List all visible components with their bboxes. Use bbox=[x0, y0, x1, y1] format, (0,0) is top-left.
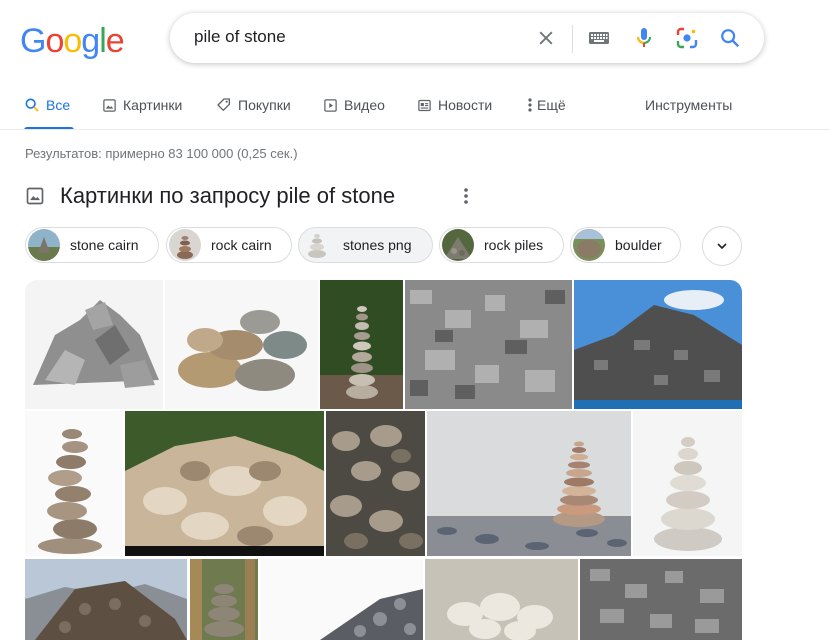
microphone-icon[interactable] bbox=[632, 26, 656, 50]
google-lens-icon[interactable] bbox=[675, 26, 699, 50]
image-icon bbox=[25, 186, 45, 211]
tools-label: Инструменты bbox=[645, 97, 733, 113]
image-result[interactable] bbox=[427, 411, 631, 556]
chip-label: boulder bbox=[615, 237, 662, 253]
image-result[interactable] bbox=[580, 559, 742, 640]
tab-news[interactable]: Новости bbox=[417, 96, 492, 114]
image-result[interactable] bbox=[326, 411, 425, 556]
image-result[interactable] bbox=[425, 559, 578, 640]
chip-thumbnail bbox=[573, 229, 605, 261]
result-stats: Результатов: примерно 83 100 000 (0,25 с… bbox=[25, 146, 298, 161]
image-result[interactable] bbox=[574, 280, 742, 409]
logo-letter: e bbox=[105, 22, 125, 60]
more-vert-icon bbox=[528, 98, 532, 112]
tab-all[interactable]: Все bbox=[24, 96, 70, 114]
header-divider bbox=[0, 129, 830, 130]
chevron-down-icon bbox=[717, 243, 727, 250]
chip-thumbnail bbox=[28, 229, 60, 261]
keyboard-icon[interactable] bbox=[587, 26, 611, 50]
search-divider bbox=[572, 25, 573, 53]
chip-label: stone cairn bbox=[70, 237, 139, 253]
tab-images[interactable]: Картинки bbox=[102, 96, 182, 114]
image-result[interactable] bbox=[25, 280, 163, 409]
logo-letter: g bbox=[81, 22, 100, 60]
chip-rock-cairn[interactable]: rock cairn bbox=[166, 227, 292, 263]
more-vert-icon[interactable] bbox=[458, 186, 474, 211]
chip-label: rock cairn bbox=[211, 237, 272, 253]
image-result[interactable] bbox=[320, 280, 403, 409]
chip-label: rock piles bbox=[484, 237, 544, 253]
google-logo[interactable]: Google bbox=[20, 22, 125, 61]
image-result[interactable] bbox=[165, 280, 318, 409]
chip-boulder[interactable]: boulder bbox=[570, 227, 681, 263]
search-input[interactable] bbox=[194, 27, 534, 47]
search-box bbox=[170, 13, 764, 63]
clear-icon[interactable] bbox=[534, 26, 558, 50]
chip-thumbnail bbox=[442, 229, 474, 261]
tag-icon bbox=[217, 98, 230, 111]
images-section-title: Картинки по запросу pile of stone bbox=[60, 183, 396, 208]
play-icon bbox=[324, 98, 337, 112]
tab-shopping[interactable]: Покупки bbox=[216, 96, 291, 114]
tab-label: Картинки bbox=[123, 97, 183, 113]
logo-letter: o bbox=[45, 22, 64, 60]
search-icon bbox=[25, 98, 39, 112]
image-result[interactable] bbox=[190, 559, 258, 640]
image-result[interactable] bbox=[405, 280, 572, 409]
tab-label: Видео bbox=[344, 97, 385, 113]
tab-video[interactable]: Видео bbox=[323, 96, 385, 114]
chip-label: stones png bbox=[343, 237, 412, 253]
tab-label: Ещё bbox=[537, 97, 566, 113]
tools-button[interactable]: Инструменты bbox=[645, 96, 732, 114]
image-results-grid bbox=[25, 280, 742, 640]
image-result[interactable] bbox=[25, 559, 187, 640]
chip-stones-png[interactable]: stones png bbox=[298, 227, 433, 263]
chip-stone-cairn[interactable]: stone cairn bbox=[25, 227, 159, 263]
image-result[interactable] bbox=[260, 559, 423, 640]
tab-label: Новости bbox=[438, 97, 493, 113]
chip-rock-piles[interactable]: rock piles bbox=[439, 227, 564, 263]
logo-letter: G bbox=[20, 22, 46, 60]
image-result[interactable] bbox=[25, 411, 122, 556]
tab-label: Все bbox=[46, 97, 71, 113]
image-result[interactable] bbox=[633, 411, 742, 556]
chip-thumbnail bbox=[169, 229, 201, 261]
chips-next-button[interactable] bbox=[702, 226, 742, 266]
image-icon bbox=[103, 98, 116, 112]
chip-thumbnail bbox=[301, 229, 333, 261]
image-result[interactable] bbox=[125, 411, 324, 556]
tab-more[interactable]: Ещё bbox=[527, 96, 566, 114]
news-icon bbox=[418, 99, 431, 111]
tab-label: Покупки bbox=[238, 97, 291, 113]
search-submit-icon[interactable] bbox=[718, 26, 742, 50]
logo-letter: o bbox=[63, 22, 82, 60]
